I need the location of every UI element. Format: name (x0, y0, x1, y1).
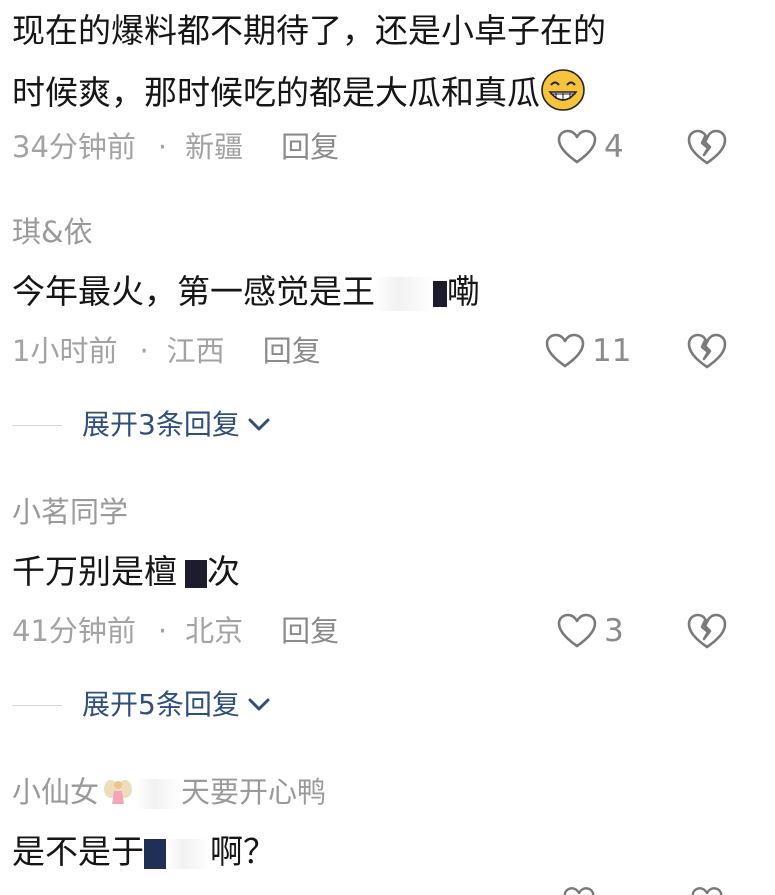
comment-username[interactable]: 小仙女 天要开心鸭 (12, 774, 326, 810)
comment-location: 新疆 (185, 130, 244, 164)
redaction-block (185, 559, 207, 588)
meta-separator: · (157, 130, 168, 164)
meta-separator: · (157, 614, 168, 648)
expand-divider (12, 704, 62, 706)
broken-heart-icon-partial (690, 886, 724, 895)
like-count: 4 (604, 129, 624, 165)
heart-outline-icon (545, 333, 585, 368)
redaction-blur (375, 276, 433, 311)
comment-content: 现在的爆料都不期待了，还是小卓子在的 时候爽，那时候吃的都是大瓜和真瓜 (12, 0, 712, 124)
comment-content-line-2: 时候爽，那时候吃的都是大瓜和真瓜 (12, 73, 540, 112)
reply-button[interactable]: 回复 (281, 130, 339, 164)
heart-icon-partial (562, 886, 596, 895)
comment-content: 今年最火，第一感觉是王嘞 (12, 272, 480, 311)
reply-button[interactable]: 回复 (281, 614, 339, 648)
comment-time: 1小时前 (12, 334, 118, 368)
expand-replies-button[interactable]: 展开5条回复 (12, 687, 270, 723)
comment-content: 千万别是檀次 (12, 552, 240, 591)
comment-username[interactable]: 琪&依 (12, 214, 93, 250)
reply-button[interactable]: 回复 (263, 334, 321, 368)
chevron-down-icon (248, 698, 270, 711)
comment-time: 41分钟前 (12, 614, 136, 648)
comment-username[interactable]: 小茗同学 (12, 494, 128, 530)
comment-content-line-1: 现在的爆料都不期待了，还是小卓子在的 (12, 11, 606, 50)
comment-meta: 34分钟前 · 新疆 回复 (12, 127, 339, 167)
meta-separator: · (139, 334, 149, 368)
redaction-block (433, 280, 447, 307)
expand-replies-button[interactable]: 展开3条回复 (12, 407, 270, 443)
heart-outline-icon (557, 613, 597, 648)
comment-content: 是不是于 啊？ (12, 832, 276, 871)
redaction-block (144, 838, 166, 869)
expand-replies-label: 展开3条回复 (82, 408, 240, 441)
comment-meta: 41分钟前 · 北京 回复 (12, 611, 339, 651)
comment-location: 江西 (166, 334, 225, 368)
redaction-blur (166, 838, 210, 869)
broken-heart-icon[interactable] (686, 127, 728, 167)
fairy-emoji-icon (104, 780, 133, 804)
heart-outline-icon (557, 129, 597, 164)
broken-heart-icon[interactable] (686, 611, 728, 651)
like-count: 11 (592, 333, 632, 369)
comment-location: 北京 (185, 614, 244, 648)
like-button[interactable]: 11 (544, 331, 631, 371)
like-button[interactable]: 4 (556, 127, 624, 167)
expand-replies-label: 展开5条回复 (82, 688, 240, 721)
grinning-face-emoji-icon (541, 69, 585, 111)
redaction-blur (137, 779, 182, 809)
like-button[interactable]: 3 (556, 611, 624, 651)
expand-divider (12, 424, 62, 426)
like-count: 3 (604, 613, 624, 649)
comment-time: 34分钟前 (12, 130, 136, 164)
comment-meta: 1小时前 · 江西 回复 (12, 331, 321, 371)
broken-heart-icon[interactable] (686, 331, 728, 371)
chevron-down-icon (248, 418, 270, 431)
